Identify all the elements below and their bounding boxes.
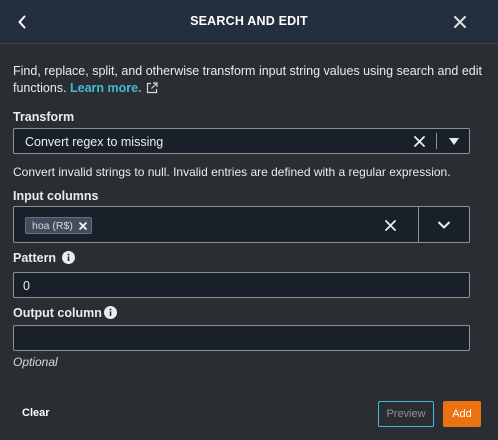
- transform-clear-button[interactable]: [412, 134, 426, 148]
- clear-button[interactable]: Clear: [22, 407, 50, 419]
- output-column-optional-hint: Optional: [13, 355, 58, 369]
- transform-separator: [436, 133, 437, 149]
- input-columns-dropdown-toggle[interactable]: [419, 207, 469, 242]
- input-columns-clear-button[interactable]: [383, 218, 397, 232]
- dialog-header: SEARCH AND EDIT: [0, 0, 498, 44]
- close-icon[interactable]: [79, 221, 87, 230]
- dialog-title: SEARCH AND EDIT: [190, 14, 308, 28]
- chevron-down-icon: [438, 221, 450, 228]
- close-icon: [453, 15, 467, 29]
- pattern-input-value: 0: [23, 279, 30, 293]
- preview-button[interactable]: Preview: [378, 401, 434, 427]
- description: Find, replace, split, and otherwise tran…: [13, 63, 483, 97]
- output-column-info-icon[interactable]: [103, 305, 117, 319]
- info-icon: [61, 250, 75, 264]
- pattern-label: Pattern: [13, 251, 57, 265]
- add-button[interactable]: Add: [443, 401, 481, 427]
- column-token: hoa (R$): [25, 217, 92, 234]
- pattern-info-icon[interactable]: [61, 250, 75, 264]
- caret-down-icon: [449, 137, 459, 145]
- output-column-input[interactable]: [13, 325, 470, 351]
- input-columns-label: Input columns: [13, 189, 99, 203]
- close-icon: [384, 219, 396, 231]
- close-button[interactable]: [448, 10, 472, 34]
- output-column-label: Output column: [13, 306, 102, 320]
- pattern-input[interactable]: 0: [13, 272, 470, 298]
- close-icon: [413, 135, 425, 147]
- transform-dropdown-toggle[interactable]: [444, 133, 464, 149]
- transform-select[interactable]: Convert regex to missing: [13, 128, 470, 154]
- external-link-icon[interactable]: [146, 82, 158, 94]
- input-columns-multiselect[interactable]: hoa (R$): [13, 206, 470, 243]
- info-icon: [103, 305, 117, 319]
- transform-select-value: Convert regex to missing: [25, 135, 164, 149]
- transform-hint: Convert invalid strings to null. Invalid…: [13, 165, 451, 179]
- transform-label: Transform: [13, 110, 75, 124]
- learn-more-link[interactable]: Learn more.: [70, 81, 142, 95]
- column-token-label: hoa (R$): [32, 219, 73, 232]
